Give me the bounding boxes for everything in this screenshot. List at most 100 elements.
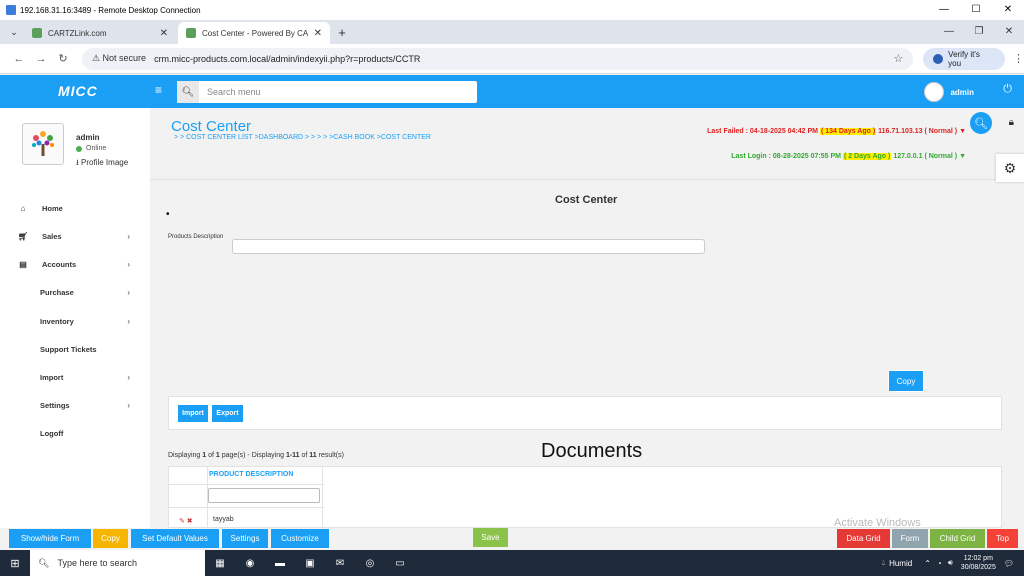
show-hide-form-button[interactable]: Show/hide Form: [9, 529, 91, 548]
table-row[interactable]: tayyab: [213, 516, 234, 523]
tray-chevron-up-icon[interactable]: ⌃: [924, 559, 931, 568]
window-controls: — ☐ ✕: [928, 0, 1024, 20]
tab-close-icon[interactable]: ✕: [160, 28, 168, 39]
main-content: Cost Center > > COST CENTER LIST >DASHBO…: [150, 108, 1024, 529]
status-text: Online: [86, 145, 107, 152]
tab-close-icon[interactable]: ✕: [314, 28, 322, 39]
bookmark-star-icon[interactable]: ☆: [893, 52, 903, 65]
verify-button[interactable]: Verify it's you: [923, 47, 1006, 70]
store-icon[interactable]: ▣: [295, 558, 325, 569]
search-icon[interactable]: 🔍︎: [970, 112, 992, 134]
profile-image-link[interactable]: ⭳ Profile Image: [76, 157, 128, 171]
products-description-input[interactable]: [232, 239, 705, 254]
last-failed-prefix: Last Failed : 04-18-2025 04:42 PM: [707, 128, 819, 135]
form-button[interactable]: Form: [892, 529, 928, 548]
data-grid-button[interactable]: Data Grid: [837, 529, 890, 548]
column-header-product-description[interactable]: PRODUCT DESCRIPTION: [209, 471, 293, 478]
task-view-icon[interactable]: ▦: [205, 558, 235, 569]
close-icon[interactable]: ✕: [994, 20, 1024, 44]
chevron-right-icon: ›: [127, 400, 130, 410]
bank-icon: ▤: [19, 259, 27, 269]
maximize-icon[interactable]: ☐: [960, 0, 992, 20]
tree-avatar-icon: [32, 131, 54, 156]
search-menu[interactable]: 🔍︎ Search menu: [177, 81, 477, 103]
volume-icon[interactable]: 🔊︎: [948, 558, 953, 568]
reload-icon[interactable]: ↻: [52, 52, 74, 65]
settings-button[interactable]: Settings: [222, 529, 268, 548]
weather-label[interactable]: Humid: [889, 559, 912, 568]
summary-text: page(s) - Displaying: [219, 452, 286, 459]
sidebar-item-settings[interactable]: Settings ›: [0, 397, 150, 413]
search-menu-input[interactable]: Search menu: [199, 87, 261, 97]
tab-cost-center[interactable]: Cost Center - Powered By CARTZ ✕: [178, 22, 330, 44]
top-info-bar: Cost Center > > COST CENTER LIST >DASHBO…: [150, 108, 1024, 182]
search-icon[interactable]: 🔍︎: [177, 81, 199, 103]
weather-icon[interactable]: 💧︎: [882, 558, 885, 568]
close-icon[interactable]: ✕: [992, 0, 1024, 20]
clock[interactable]: 12:02 pm 30/08/2025: [961, 554, 996, 572]
save-button[interactable]: Save: [473, 528, 508, 547]
chrome-icon[interactable]: ◎: [355, 558, 385, 569]
summary-text: of: [299, 452, 310, 459]
set-default-values-button[interactable]: Set Default Values: [131, 529, 219, 548]
sidebar-item-sales[interactable]: 🛒︎ Sales ›: [0, 228, 150, 244]
taskbar-search[interactable]: 🔍︎ Type here to search: [30, 550, 205, 576]
sidebar-item-import[interactable]: Import ›: [0, 369, 150, 385]
minimize-icon[interactable]: —: [934, 20, 964, 44]
tab-list-chevron-icon[interactable]: ⌄: [4, 22, 24, 42]
copy-button[interactable]: Copy: [93, 529, 128, 548]
sidebar-item-support-tickets[interactable]: Support Tickets: [0, 341, 150, 357]
chevron-right-icon: ›: [127, 287, 130, 297]
file-explorer-icon[interactable]: ▬: [265, 558, 295, 569]
network-icon[interactable]: ◔: [937, 559, 942, 568]
forward-arrow-icon[interactable]: →: [30, 53, 52, 65]
sidebar-item-label: Import: [40, 372, 64, 382]
top-button[interactable]: Top: [987, 529, 1018, 548]
windows-start-icon[interactable]: ⊞: [0, 557, 30, 570]
grid-filter-input[interactable]: [208, 488, 320, 503]
minimize-icon[interactable]: —: [928, 0, 960, 20]
child-grid-button[interactable]: Child Grid: [930, 529, 985, 548]
sidebar-item-inventory[interactable]: Inventory ›: [0, 313, 150, 329]
security-warning[interactable]: ⚠ Not secure: [92, 53, 146, 64]
import-button[interactable]: Import: [178, 405, 208, 422]
url-text[interactable]: crm.micc-products.com.local/admin/indexy…: [154, 54, 893, 64]
avatar: [22, 123, 64, 165]
sidebar-item-accounts[interactable]: ▤ Accounts ›: [0, 256, 150, 272]
last-failed-ago: ( 134 Days Ago ): [819, 128, 877, 135]
rdp-title: 192.168.31.16:3489 - Remote Desktop Conn…: [20, 5, 201, 15]
back-arrow-icon[interactable]: ←: [8, 53, 30, 65]
browser-menu-icon[interactable]: ⋮: [1013, 52, 1024, 65]
lock-icon[interactable]: 🔒︎: [1009, 117, 1014, 128]
taskbar-search-input[interactable]: Type here to search: [57, 558, 137, 568]
sidebar: admin Online ⭳ Profile Image ⌂ Home 🛒︎ S…: [0, 108, 150, 528]
sidebar-item-purchase[interactable]: Purchase ›: [0, 284, 150, 300]
hamburger-icon[interactable]: ≡: [155, 83, 162, 97]
export-button[interactable]: Export: [212, 405, 243, 422]
outlook-icon[interactable]: ✉: [325, 558, 355, 569]
chevron-right-icon: ›: [127, 372, 130, 382]
windows-taskbar: ⊞ 🔍︎ Type here to search ▦ ◉ ▬ ▣ ✉ ◎ ▭ 💧…: [0, 550, 1024, 576]
edge-icon[interactable]: ◉: [235, 558, 265, 569]
copy-button[interactable]: Copy: [888, 370, 924, 392]
power-icon[interactable]: ⏻: [1003, 83, 1012, 96]
search-icon: 🔍︎: [38, 557, 50, 568]
home-icon: ⌂: [20, 203, 26, 213]
gear-icon[interactable]: ⚙: [996, 154, 1024, 182]
customize-button[interactable]: Customize: [271, 529, 329, 548]
tab-cartzlink[interactable]: CARTZLink.com ✕: [24, 22, 176, 44]
breadcrumb[interactable]: > > COST CENTER LIST >DASHBOARD > > > > …: [174, 134, 431, 141]
sidebar-item-label: Purchase: [40, 287, 74, 297]
notification-icon[interactable]: 💬︎: [1004, 559, 1014, 568]
restore-icon[interactable]: ❐: [964, 20, 994, 44]
new-tab-plus-icon[interactable]: +: [332, 22, 352, 44]
sidebar-item-label: Logoff: [40, 428, 64, 438]
row-actions-icon[interactable]: ✎ ✖: [179, 517, 193, 525]
remote-desktop-icon[interactable]: ▭: [385, 558, 415, 569]
user-menu[interactable]: admin: [924, 82, 974, 102]
sidebar-item-label: Support Tickets: [40, 344, 97, 354]
micc-logo[interactable]: MICC: [58, 83, 98, 99]
url-field[interactable]: ⚠ Not secure crm.micc-products.com.local…: [81, 47, 914, 70]
sidebar-item-home[interactable]: ⌂ Home: [0, 200, 150, 216]
sidebar-item-logoff[interactable]: Logoff: [0, 425, 150, 441]
